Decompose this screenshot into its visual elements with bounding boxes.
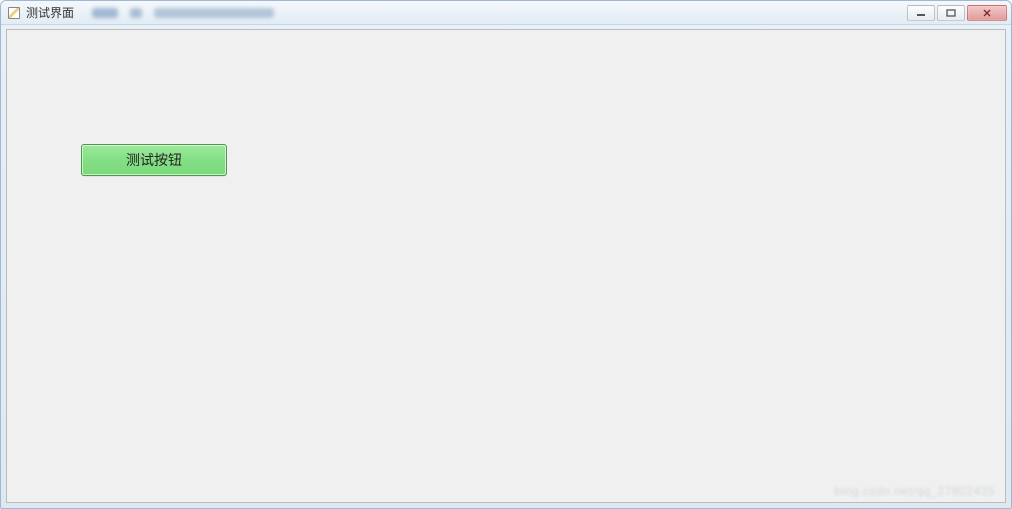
maximize-button[interactable] (937, 5, 965, 21)
close-button[interactable] (967, 5, 1007, 21)
maximize-icon (946, 9, 956, 17)
application-window: 测试界面 (0, 0, 1012, 509)
title-bar[interactable]: 测试界面 (1, 1, 1011, 25)
test-button[interactable]: 测试按钮 (81, 144, 227, 176)
minimize-button[interactable] (907, 5, 935, 21)
client-area: 测试按钮 blog.csdn.net/qq_27802435 (6, 29, 1006, 503)
window-controls (907, 5, 1007, 21)
watermark-text: blog.csdn.net/qq_27802435 (834, 484, 995, 498)
app-icon (7, 6, 21, 20)
close-icon (982, 9, 992, 17)
window-title: 测试界面 (26, 6, 74, 20)
minimize-icon (916, 9, 926, 17)
titlebar-blurred-area (92, 8, 907, 18)
test-button-label: 测试按钮 (126, 150, 182, 170)
